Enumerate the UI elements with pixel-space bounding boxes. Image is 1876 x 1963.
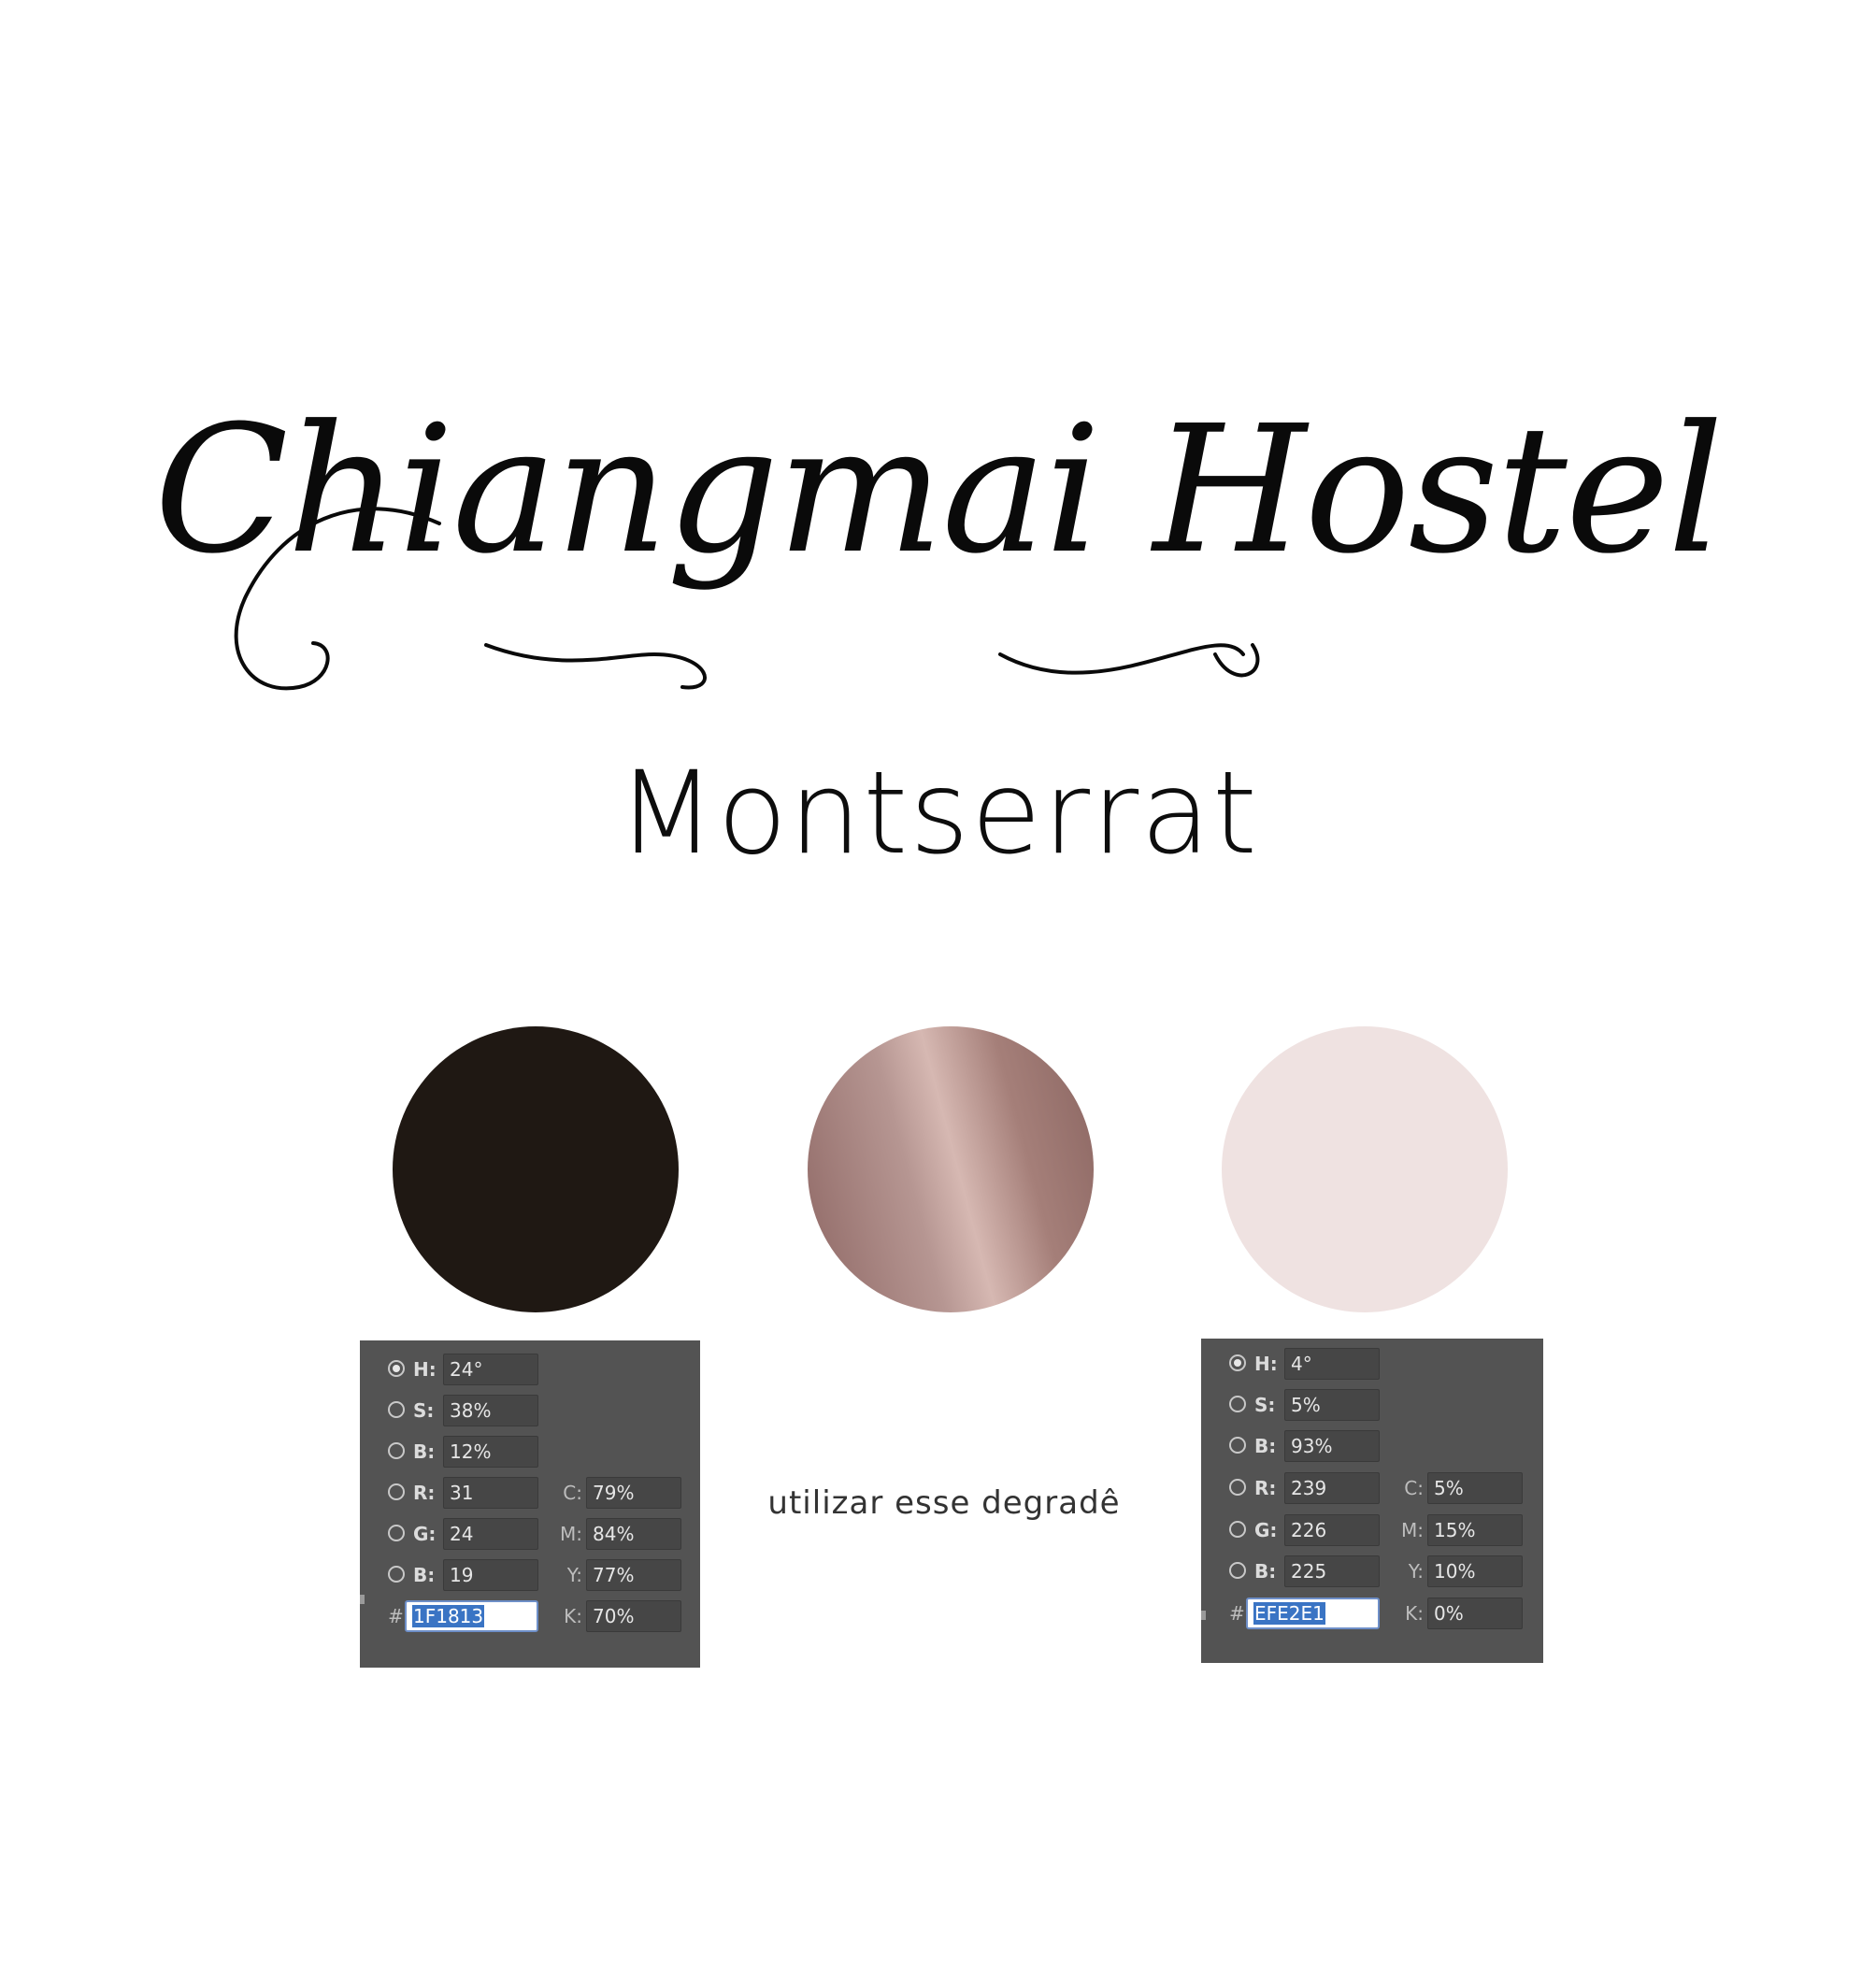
field-g[interactable]: 24 (443, 1518, 538, 1550)
field-h[interactable]: 24° (443, 1354, 538, 1385)
label-hash: # (1229, 1602, 1245, 1625)
picker-row-g[interactable]: G: 24 M: 84% (360, 1518, 700, 1550)
label-b: B: (1254, 1435, 1277, 1457)
field-s[interactable]: 38% (443, 1395, 538, 1426)
radio-blue[interactable] (1229, 1562, 1246, 1579)
picker-row-g[interactable]: G: 226 M: 15% (1201, 1514, 1543, 1546)
color-swatch-light (1222, 1026, 1508, 1312)
radio-blue[interactable] (388, 1566, 405, 1583)
picker-row-r[interactable]: R: 31 C: 79% (360, 1477, 700, 1509)
hex-input[interactable]: EFE2E1 (1246, 1598, 1380, 1629)
picker-row-r[interactable]: R: 239 C: 5% (1201, 1472, 1543, 1504)
label-blue: B: (1254, 1560, 1277, 1583)
edge-marker (1201, 1611, 1206, 1620)
color-picker-light: H: 4° S: 5% B: 93% R: 239 C: 5% G: 226 M… (1201, 1339, 1543, 1663)
radio-b[interactable] (388, 1442, 405, 1459)
field-k[interactable]: 70% (586, 1600, 681, 1632)
picker-row-blue[interactable]: B: 19 Y: 77% (360, 1559, 700, 1591)
hex-input[interactable]: 1F1813 (405, 1600, 538, 1632)
field-r[interactable]: 31 (443, 1477, 538, 1509)
font-name: Montserrat (617, 747, 1259, 880)
label-k: K: (1405, 1602, 1424, 1625)
label-h: H: (1254, 1353, 1278, 1375)
color-picker-dark: H: 24° S: 38% B: 12% R: 31 C: 79% G: 24 … (360, 1340, 700, 1668)
label-y: Y: (1408, 1560, 1424, 1583)
label-c: C: (563, 1482, 582, 1504)
field-h[interactable]: 4° (1284, 1348, 1380, 1380)
label-r: R: (413, 1482, 436, 1504)
radio-r[interactable] (388, 1483, 405, 1500)
radio-b[interactable] (1229, 1437, 1246, 1454)
field-c[interactable]: 79% (586, 1477, 681, 1509)
label-hash: # (388, 1605, 404, 1627)
logo-wordmark: Chiangmai Hostel (153, 388, 1724, 593)
field-y[interactable]: 10% (1427, 1555, 1523, 1587)
hex-value: 1F1813 (412, 1605, 485, 1627)
label-s: S: (1254, 1394, 1276, 1416)
color-swatch-gradient (808, 1026, 1094, 1312)
label-k: K: (564, 1605, 582, 1627)
label-c: C: (1404, 1477, 1424, 1499)
label-h: H: (413, 1358, 437, 1381)
radio-r[interactable] (1229, 1479, 1246, 1496)
picker-row-hex[interactable]: # 1F1813 K: 70% (360, 1595, 700, 1632)
picker-row-hex[interactable]: # EFE2E1 K: 0% (1201, 1598, 1543, 1629)
field-r[interactable]: 239 (1284, 1472, 1380, 1504)
label-s: S: (413, 1399, 435, 1422)
field-b[interactable]: 93% (1284, 1430, 1380, 1462)
label-y: Y: (566, 1564, 582, 1586)
field-s[interactable]: 5% (1284, 1389, 1380, 1421)
field-blue[interactable]: 225 (1284, 1555, 1380, 1587)
field-blue[interactable]: 19 (443, 1559, 538, 1591)
radio-h[interactable] (1229, 1354, 1246, 1371)
label-m: M: (560, 1523, 582, 1545)
label-b: B: (413, 1440, 436, 1463)
radio-s[interactable] (388, 1401, 405, 1418)
radio-s[interactable] (1229, 1396, 1246, 1412)
label-blue: B: (413, 1564, 436, 1586)
hex-value: EFE2E1 (1253, 1602, 1325, 1625)
picker-row-blue[interactable]: B: 225 Y: 10% (1201, 1555, 1543, 1587)
radio-h[interactable] (388, 1360, 405, 1377)
gradient-note: utilizar esse degradê (767, 1484, 1121, 1522)
field-k[interactable]: 0% (1427, 1598, 1523, 1629)
radio-g[interactable] (1229, 1521, 1246, 1538)
field-c[interactable]: 5% (1427, 1472, 1523, 1504)
label-m: M: (1401, 1519, 1424, 1541)
edge-marker (360, 1595, 365, 1604)
label-r: R: (1254, 1477, 1277, 1499)
field-m[interactable]: 84% (586, 1518, 681, 1550)
field-b[interactable]: 12% (443, 1436, 538, 1468)
field-g[interactable]: 226 (1284, 1514, 1380, 1546)
field-y[interactable]: 77% (586, 1559, 681, 1591)
color-swatch-dark (393, 1026, 679, 1312)
radio-g[interactable] (388, 1525, 405, 1541)
field-m[interactable]: 15% (1427, 1514, 1523, 1546)
label-g: G: (1254, 1519, 1278, 1541)
label-g: G: (413, 1523, 437, 1545)
